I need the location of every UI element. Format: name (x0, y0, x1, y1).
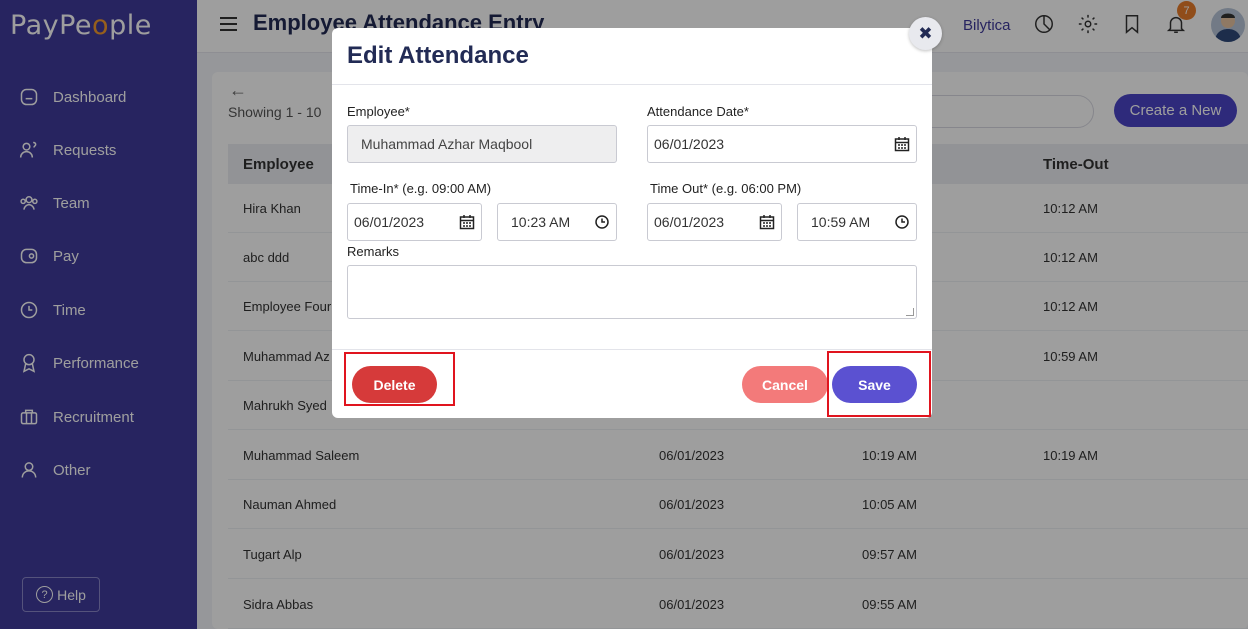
cancel-button[interactable]: Cancel (742, 366, 828, 403)
attendance-date-label: Attendance Date* (647, 104, 749, 119)
time-out-date-input[interactable]: 06/01/2023 (647, 203, 782, 241)
calendar-icon[interactable] (459, 214, 475, 230)
divider (332, 84, 932, 85)
employee-label: Employee* (347, 104, 410, 119)
time-in-time-input[interactable]: 10:23 AM (497, 203, 617, 241)
clock-icon[interactable] (894, 214, 910, 230)
remarks-label: Remarks (347, 244, 400, 259)
time-out-time-input[interactable]: 10:59 AM (797, 203, 917, 241)
delete-highlight-box (344, 352, 455, 406)
modal-title: Edit Attendance (347, 42, 529, 69)
attendance-date-input[interactable]: 06/01/2023 (647, 125, 917, 163)
remarks-textarea[interactable] (347, 265, 917, 319)
resize-handle[interactable] (906, 308, 914, 316)
employee-field: Muhammad Azhar Maqbool (347, 125, 617, 163)
time-out-label: Time Out* (e.g. 06:00 PM) (650, 181, 802, 196)
calendar-icon[interactable] (894, 136, 910, 152)
time-in-label: Time-In* (e.g. 09:00 AM) (350, 181, 492, 196)
calendar-icon[interactable] (759, 214, 775, 230)
close-icon[interactable]: ✖ (909, 17, 942, 50)
clock-icon[interactable] (594, 214, 610, 230)
time-in-date-input[interactable]: 06/01/2023 (347, 203, 482, 241)
save-highlight-box (827, 351, 931, 417)
divider (332, 349, 932, 350)
